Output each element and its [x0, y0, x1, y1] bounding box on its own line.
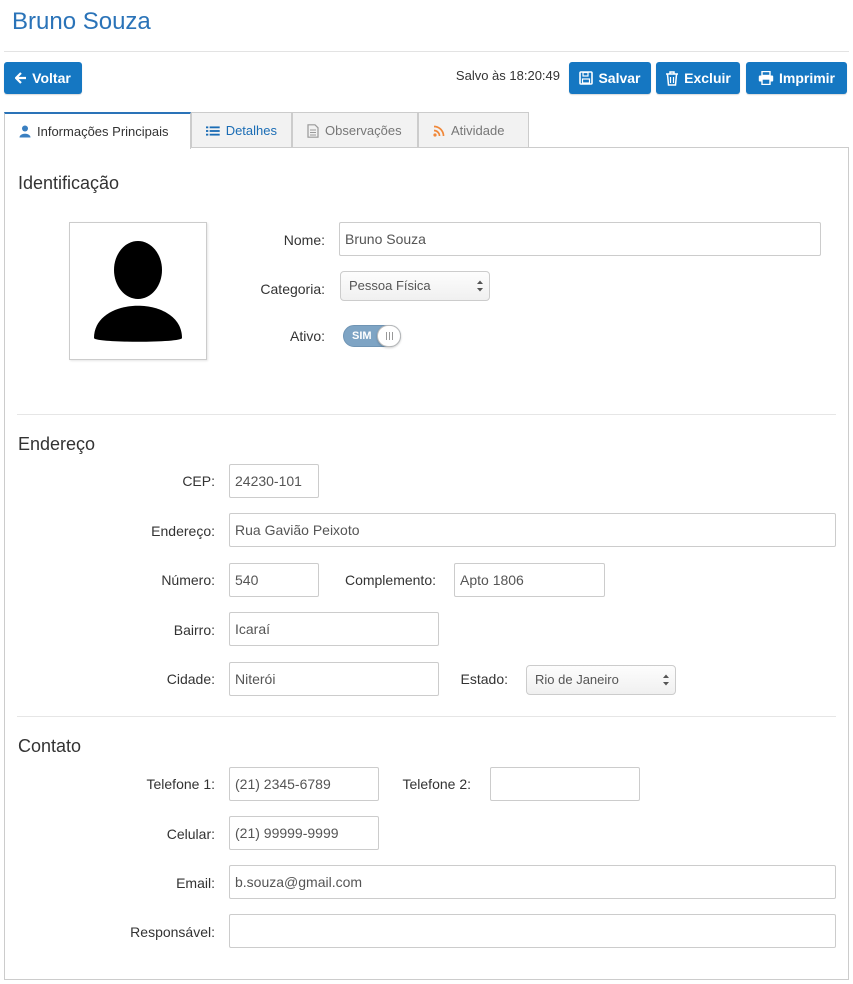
delete-button-label: Excluir [684, 70, 731, 86]
grip-icon [385, 332, 393, 340]
document-icon [307, 123, 319, 138]
categoria-select[interactable]: Pessoa Física [340, 271, 490, 301]
bairro-field[interactable]: Icaraí [229, 612, 439, 646]
page-title: Bruno Souza [12, 8, 151, 35]
ativo-toggle[interactable]: SIM [343, 325, 401, 347]
numero-label: Número: [161, 572, 215, 588]
main-panel: Identificação Nome: Bruno Souza Categori… [4, 147, 849, 980]
ativo-label: Ativo: [289, 328, 325, 344]
celular-field[interactable]: (21) 99999-9999 [229, 816, 379, 850]
save-button[interactable]: Salvar [569, 62, 651, 94]
back-button[interactable]: Voltar [4, 62, 82, 94]
complemento-field[interactable]: Apto 1806 [454, 563, 605, 597]
tab-informacoes-principais[interactable]: Informações Principais [4, 112, 191, 149]
cidade-label: Cidade: [166, 671, 215, 687]
tab-observacoes[interactable]: Observações [292, 112, 418, 148]
toggle-knob[interactable] [377, 325, 401, 347]
estado-label: Estado: [460, 671, 508, 687]
tab-detalhes[interactable]: Detalhes [191, 112, 292, 148]
cep-field[interactable]: 24230-101 [229, 464, 319, 498]
select-arrows-icon [477, 280, 483, 292]
user-icon [19, 125, 31, 138]
nome-label: Nome: [283, 232, 325, 248]
bairro-label: Bairro: [173, 622, 215, 638]
printer-icon [758, 71, 774, 85]
section-divider [17, 414, 836, 415]
email-field[interactable]: b.souza@gmail.com [229, 865, 836, 899]
section-title-contato: Contato [18, 736, 82, 756]
tab-label: Informações Principais [37, 124, 169, 139]
endereco-field[interactable]: Rua Gavião Peixoto [229, 513, 836, 547]
saved-status: Salvo às 18:20:49 [455, 68, 560, 83]
section-title-identificacao: Identificação [18, 173, 120, 193]
section-divider [17, 716, 836, 717]
select-arrows-icon [663, 674, 669, 686]
responsavel-field[interactable] [229, 914, 836, 948]
telefone2-label: Telefone 2: [402, 776, 472, 792]
rss-icon [433, 125, 445, 137]
tab-label: Detalhes [225, 123, 277, 138]
save-button-label: Salvar [598, 70, 641, 86]
numero-field[interactable]: 540 [229, 563, 319, 597]
estado-select[interactable]: Rio de Janeiro [526, 665, 676, 695]
responsavel-label: Responsável: [130, 924, 215, 940]
tab-atividade[interactable]: Atividade [418, 112, 529, 148]
toggle-state-label: SIM [352, 330, 372, 342]
trash-icon [666, 70, 679, 86]
email-label: Email: [176, 875, 215, 891]
avatar[interactable] [69, 222, 207, 360]
floppy-disk-icon [579, 71, 594, 85]
delete-button[interactable]: Excluir [656, 62, 740, 94]
telefone2-field[interactable] [490, 767, 640, 801]
print-button[interactable]: Imprimir [746, 62, 847, 94]
arrow-left-icon [15, 72, 27, 84]
title-divider [4, 51, 849, 52]
telefone1-field[interactable]: (21) 2345-6789 [229, 767, 379, 801]
tab-label: Observações [325, 123, 402, 138]
categoria-selected-value: Pessoa Física [349, 278, 431, 293]
person-silhouette-icon [94, 241, 182, 342]
back-button-label: Voltar [32, 70, 71, 86]
endereco-label: Endereço: [151, 523, 215, 539]
tab-label: Atividade [451, 123, 505, 138]
cidade-field[interactable]: Niterói [229, 662, 439, 696]
celular-label: Celular: [166, 826, 215, 842]
telefone1-label: Telefone 1: [146, 776, 216, 792]
print-button-label: Imprimir [778, 70, 835, 86]
complemento-label: Complemento: [344, 572, 436, 588]
cep-label: CEP: [182, 473, 215, 489]
section-title-endereco: Endereço [18, 434, 96, 454]
list-icon [206, 125, 220, 136]
categoria-label: Categoria: [260, 281, 325, 297]
estado-selected-value: Rio de Janeiro [535, 672, 619, 687]
nome-field[interactable]: Bruno Souza [339, 222, 821, 256]
